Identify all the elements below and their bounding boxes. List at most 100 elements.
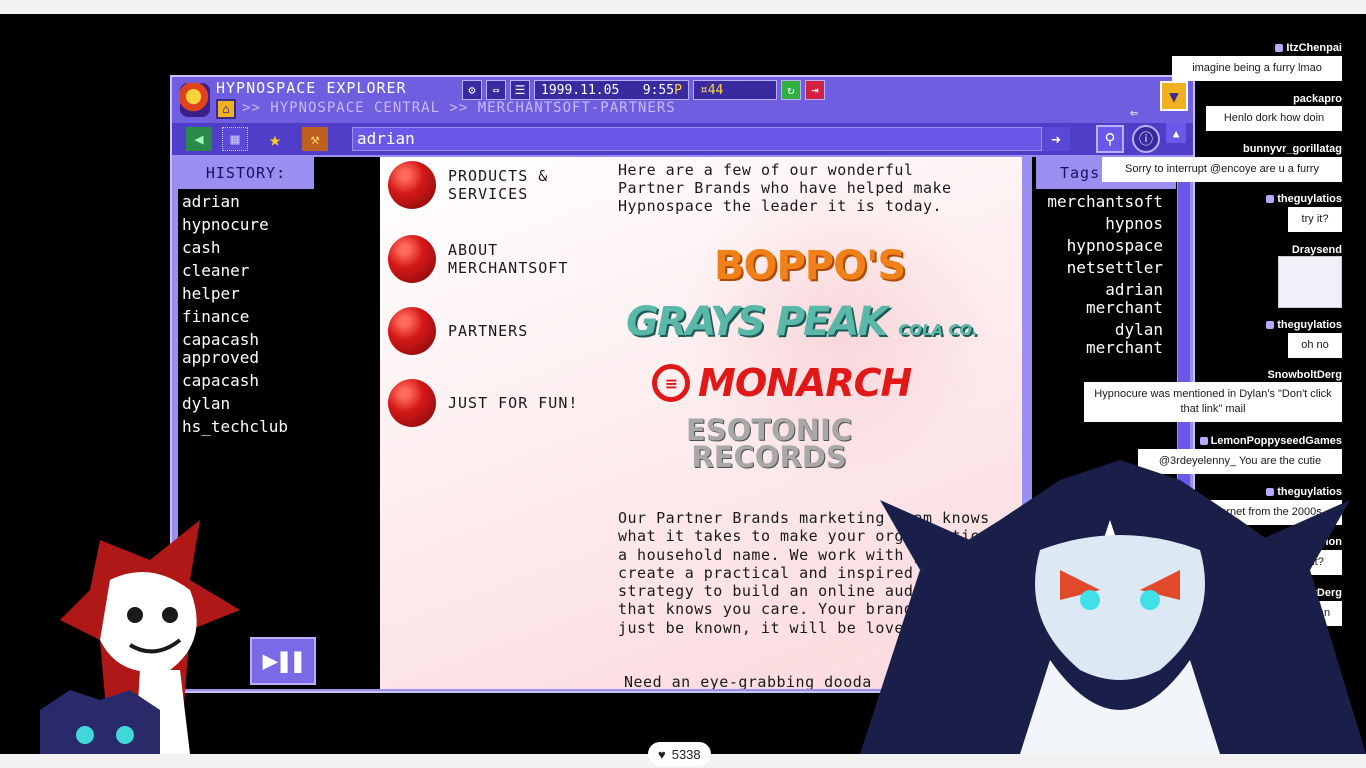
chat-message: Henlo dork how doin — [1206, 106, 1342, 131]
time-suffix: P — [674, 82, 682, 98]
tag-item[interactable]: dylan merchant — [1032, 321, 1177, 357]
menu-fun[interactable]: JUST FOR FUN! — [388, 379, 588, 427]
chat-username: theguylatios — [1266, 193, 1342, 205]
search-icon[interactable]: ⚲ — [1096, 125, 1124, 153]
history-item[interactable]: finance — [182, 308, 292, 326]
history-item[interactable]: hs_techclub — [182, 418, 292, 436]
history-item[interactable]: capacash approved — [182, 331, 292, 367]
left-vtuber-avatar — [40, 520, 240, 754]
badge-icon — [1275, 44, 1284, 53]
monarch-mark-icon: ≡ — [652, 364, 690, 402]
chat-username: ItzChenpai — [1275, 42, 1342, 54]
breadcrumb: >> HYPNOSPACE CENTRAL >> MERCHANTSOFT-PA… — [242, 100, 676, 116]
history-item[interactable]: helper — [182, 285, 292, 303]
chat-username: Draysend — [1291, 244, 1342, 256]
badge-icon — [1266, 321, 1275, 330]
grays-peak-logo[interactable]: GRAYS PEAK COLA CO. — [626, 299, 978, 345]
coin-icon: ¤ — [699, 82, 708, 98]
date-display: 1999.11.05 9:55 P — [534, 80, 689, 100]
chat-username-text: theguylatios — [1277, 319, 1342, 331]
tag-item[interactable]: merchantsoft — [1032, 193, 1177, 211]
monarch-name: MONARCH — [698, 361, 912, 405]
back-arrow-icon[interactable]: ◀ — [186, 127, 212, 151]
go-arrow-icon[interactable]: ➜ — [1042, 127, 1070, 151]
favorites-star-icon[interactable]: ★ — [262, 127, 288, 151]
chat-username-text: LemonPoppyseedGames — [1210, 435, 1342, 447]
tag-item[interactable]: adrian merchant — [1032, 281, 1177, 317]
history-item[interactable]: adrian — [182, 193, 292, 211]
history-grid-icon[interactable]: ▦ — [222, 127, 248, 151]
history-item[interactable]: hypnocure — [182, 216, 292, 234]
chat-username: bunnyvr_gorillatag — [1242, 143, 1342, 155]
boppos-logo[interactable]: BOPPO'S — [714, 243, 906, 289]
menu-partners[interactable]: PARTNERS — [388, 307, 588, 355]
esotonic-line-2: RECORDS — [691, 440, 847, 474]
tag-item[interactable]: hypnos — [1032, 215, 1177, 233]
tags-title: Tags — [1036, 157, 1176, 189]
tag-item[interactable]: netsettler — [1032, 259, 1177, 277]
menu-products[interactable]: PRODUCTS & SERVICES — [388, 161, 588, 209]
red-ball-icon — [388, 235, 436, 283]
sticker-image — [1278, 256, 1342, 308]
history-list: adrian hypnocure cash cleaner helper fin… — [178, 189, 381, 436]
chat-message: oh no — [1288, 333, 1342, 358]
grays-peak-sub: COLA CO. — [898, 321, 978, 339]
swap-icon[interactable]: ⇔ — [486, 80, 506, 100]
grays-peak-name: GRAYS PEAK — [626, 299, 888, 345]
cut-paragraph: Need an eye-grabbing dooda — [624, 673, 872, 689]
hypnospace-logo-icon — [180, 83, 210, 117]
tag-item[interactable]: hypnospace — [1032, 237, 1177, 255]
list-menu-icon[interactable]: ☰ — [510, 80, 530, 100]
menu-label: PRODUCTS & SERVICES — [448, 167, 549, 203]
system-tray: ⚙ ⇔ ☰ 1999.11.05 9:55 P ¤ 44 ↻ ⇥ — [462, 79, 825, 101]
address-bar[interactable]: adrian — [352, 127, 1042, 151]
intro-text: Here are a few of our wonderful Partner … — [618, 161, 952, 215]
red-ball-icon — [388, 307, 436, 355]
chat-username: packapro — [1293, 93, 1342, 105]
chat-username: SnowboltDerg — [1267, 369, 1342, 381]
history-item[interactable]: capacash — [182, 372, 292, 390]
navigation-bar: ◀ ▦ ★ ⚒ adrian ➜ ⚲ ⓘ ▲ — [172, 123, 1193, 155]
badge-icon — [1199, 437, 1208, 446]
gavel-icon[interactable]: ⚒ — [302, 127, 328, 151]
red-ball-icon — [388, 379, 436, 427]
history-item[interactable]: cash — [182, 239, 292, 257]
app-title: HYPNOSPACE EXPLORER — [216, 79, 407, 97]
right-vtuber-avatar — [860, 460, 1366, 754]
info-icon[interactable]: ⓘ — [1132, 125, 1160, 153]
chat-username: theguylatios — [1266, 319, 1342, 331]
esotonic-records-logo[interactable]: ESOTONIC RECORDS — [686, 416, 852, 474]
chat-username-text: theguylatios — [1277, 193, 1342, 205]
scroll-up-icon[interactable]: ▲ — [1166, 123, 1186, 143]
chat-username: LemonPoppyseedGames — [1199, 435, 1342, 447]
tags-scrollbar[interactable] — [1178, 157, 1190, 497]
counter-value: 44 — [707, 82, 724, 98]
history-item[interactable]: dylan — [182, 395, 292, 413]
heart-icon: ♥ — [658, 746, 666, 762]
chat-username-text: ItzChenpai — [1286, 42, 1342, 54]
collapse-down-icon[interactable]: ▼ — [1160, 81, 1188, 111]
time-text: 9:55 — [642, 82, 675, 98]
red-ball-icon — [388, 161, 436, 209]
stream-top-bar — [0, 0, 1366, 14]
chat-message: try it? — [1288, 207, 1342, 232]
settings-gear-icon[interactable]: ⚙ — [462, 80, 482, 100]
like-count: 5338 — [671, 746, 701, 762]
history-item[interactable]: cleaner — [182, 262, 292, 280]
menu-label: PARTNERS — [448, 322, 529, 340]
logout-icon[interactable]: ⇥ — [804, 80, 825, 100]
badge-icon — [1266, 195, 1275, 204]
home-icon[interactable]: ⌂ — [216, 99, 236, 119]
date-text: 1999.11.05 — [541, 82, 620, 98]
like-counter[interactable]: ♥ 5338 — [648, 742, 711, 766]
menu-label: ABOUT MERCHANTSOFT — [448, 241, 569, 277]
refresh-icon[interactable]: ↻ — [780, 80, 801, 100]
chat-message: imagine being a furry lmao — [1172, 56, 1342, 81]
title-bar: HYPNOSPACE EXPLORER ⌂ >> HYPNOSPACE CENT… — [172, 77, 1193, 123]
menu-label: JUST FOR FUN! — [448, 394, 579, 412]
monarch-logo[interactable]: ≡ MONARCH — [652, 361, 912, 405]
exit-arrow-icon[interactable]: ⇐ — [1130, 105, 1138, 121]
history-title: HISTORY: — [178, 157, 314, 189]
menu-about[interactable]: ABOUT MERCHANTSOFT — [388, 235, 588, 283]
hypnocoin-counter: ¤ 44 — [692, 80, 777, 100]
